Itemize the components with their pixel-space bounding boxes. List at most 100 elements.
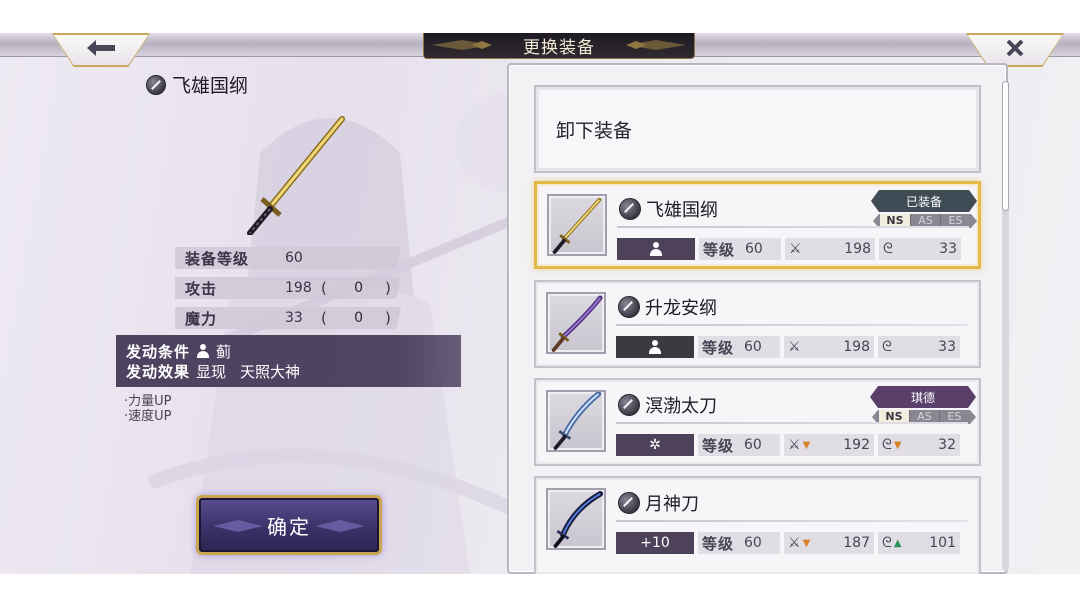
blue-katana-icon <box>553 391 602 450</box>
attack-chip: ⚔ 198 <box>784 336 874 358</box>
item-name: 升龙安纲 <box>645 298 717 319</box>
level-chip: 等级 60 <box>699 238 781 260</box>
magic-chip-value: 101 <box>929 535 956 551</box>
equipment-item[interactable]: 升龙安纲 等级 60 ⚔ 198 ᘓ 33 <box>534 280 981 368</box>
increase-arrow-icon: ▲ <box>893 537 902 549</box>
magic-chip-value: 32 <box>938 437 956 453</box>
effect-value-1: 显现 <box>196 362 227 381</box>
wand-icon: ᘓ <box>882 339 892 355</box>
scrollbar-thumb[interactable] <box>1002 81 1009 211</box>
stat-row-magic: 魔力 33 ( 0 ) <box>175 307 401 329</box>
equipment-item[interactable]: 溟渤太刀 琪德 NS AS ES ✲ 等级 60 ⚔ ▼ 192 ᘓ ▼ 32 <box>534 378 981 466</box>
attack-chip: ⚔ ▼ 187 <box>784 532 874 554</box>
equipment-item[interactable]: 月神刀 +10 等级 60 ⚔ ▼ 187 ᘓ ▲ 101 <box>534 476 981 574</box>
title-ornament-left <box>432 40 492 50</box>
katana-type-icon <box>146 74 166 95</box>
dark-blue-katana-icon <box>553 491 604 548</box>
sword-icon: ⚔ <box>789 241 802 257</box>
selected-weapon-name: 飞雄国纲 <box>172 75 249 97</box>
decrease-arrow-icon: ▼ <box>802 439 811 451</box>
person-icon <box>648 340 662 354</box>
close-icon <box>1006 39 1024 57</box>
effect-list: ·力量UP ·速度UP <box>124 394 172 424</box>
magic-chip: ᘓ 33 <box>879 238 961 260</box>
condition-chip <box>617 238 695 260</box>
item-divider <box>617 226 969 228</box>
item-name-row: 升龙安纲 <box>618 294 717 320</box>
item-thumbnail <box>546 488 606 550</box>
level-value: 60 <box>285 250 303 266</box>
condition-chip: ✲ <box>616 434 694 456</box>
wand-icon: ᘓ ▲ <box>882 535 902 551</box>
magic-bonus-open-paren: ( <box>321 309 327 327</box>
confirm-ornament-right <box>315 520 365 532</box>
close-button-frame <box>966 33 1064 67</box>
item-name-row: 月神刀 <box>618 490 699 516</box>
attack-chip-value: 187 <box>843 535 870 551</box>
unequip-label: 卸下装备 <box>556 119 633 142</box>
sword-icon: ⚔ ▼ <box>788 535 811 551</box>
decrease-arrow-icon: ▼ <box>802 537 811 549</box>
purple-katana-icon <box>551 295 603 352</box>
level-chip-label: 等级 <box>702 534 735 553</box>
equipped-badge-label: 已装备 <box>905 194 942 209</box>
katana-icon <box>247 116 345 235</box>
katana-type-icon <box>618 394 640 416</box>
magic-chip: ᘓ ▼ 32 <box>878 434 960 456</box>
level-chip: 等级 60 <box>698 532 780 554</box>
equipment-screen: 更换装备 飞雄国纲 装备等级 60 攻击 198 (0) 魔力 33 (0… <box>0 33 1080 574</box>
golden-katana-icon <box>552 197 602 254</box>
wand-icon: ᘓ <box>883 241 893 257</box>
left-arrow-icon <box>87 40 115 56</box>
wand-icon: ᘓ ▼ <box>882 437 902 453</box>
screen-title: 更换装备 <box>523 38 595 58</box>
magic-bonus-value: 0 <box>354 310 363 326</box>
effect-item: ·力量UP <box>124 394 172 409</box>
level-chip-label: 等级 <box>703 240 736 259</box>
attack-label: 攻击 <box>185 279 218 298</box>
magic-chip-value: 33 <box>939 241 957 257</box>
item-thumbnail <box>546 390 606 452</box>
confirm-button[interactable]: 确定 <box>196 495 382 555</box>
back-button[interactable] <box>52 33 150 67</box>
level-chip-value: 60 <box>744 437 762 453</box>
katana-type-icon <box>618 296 640 318</box>
level-chip-value: 60 <box>744 535 762 551</box>
magic-chip-value: 33 <box>938 339 956 355</box>
confirm-label: 确定 <box>267 514 311 539</box>
title-ornament-right <box>626 40 686 50</box>
refine-level-chip: +10 <box>616 532 694 554</box>
item-thumbnail <box>547 194 607 256</box>
attack-chip: ⚔ 198 <box>785 238 875 260</box>
magic-chip: ᘓ ▲ 101 <box>878 532 960 554</box>
skill-condition-line: 发动条件 蓟 <box>126 341 451 361</box>
katana-type-icon <box>618 492 640 514</box>
level-chip: 等级 60 <box>698 434 780 456</box>
selected-weapon-title: 飞雄国纲 <box>146 71 248 98</box>
katana-type-icon <box>619 198 641 220</box>
item-divider <box>616 324 968 326</box>
item-name: 月神刀 <box>645 494 699 515</box>
effect-item: ·速度UP <box>124 409 172 424</box>
skill-effect-line: 发动效果 显现 天照大神 <box>126 361 451 381</box>
unequip-button[interactable]: 卸下装备 <box>534 85 981 173</box>
item-thumbnail <box>546 292 606 354</box>
item-divider <box>616 520 968 522</box>
equipment-item[interactable]: 飞雄国纲 已装备 NS AS ES 等级 60 ⚔ 198 ᘓ 33 <box>534 181 981 269</box>
screen-title-plate: 更换装备 <box>423 33 695 59</box>
owner-badge-label: 琪德 <box>910 390 935 405</box>
equipped-badge: 已装备 <box>871 190 977 212</box>
item-divider <box>616 422 968 424</box>
person-icon <box>196 344 210 358</box>
attack-bonus-open-paren: ( <box>321 279 327 297</box>
item-stat-bar: +10 等级 60 ⚔ ▼ 187 ᘓ ▲ 101 <box>616 532 960 554</box>
person-icon <box>649 242 663 256</box>
decrease-arrow-icon: ▼ <box>893 439 902 451</box>
attack-bonus-value: 0 <box>354 280 363 296</box>
item-name: 溟渤太刀 <box>645 396 717 417</box>
condition-value: 蓟 <box>216 342 232 361</box>
attack-chip-value: 198 <box>843 339 870 355</box>
close-button[interactable] <box>966 33 1064 67</box>
magic-label: 魔力 <box>185 309 218 328</box>
item-name: 飞雄国纲 <box>646 200 718 221</box>
